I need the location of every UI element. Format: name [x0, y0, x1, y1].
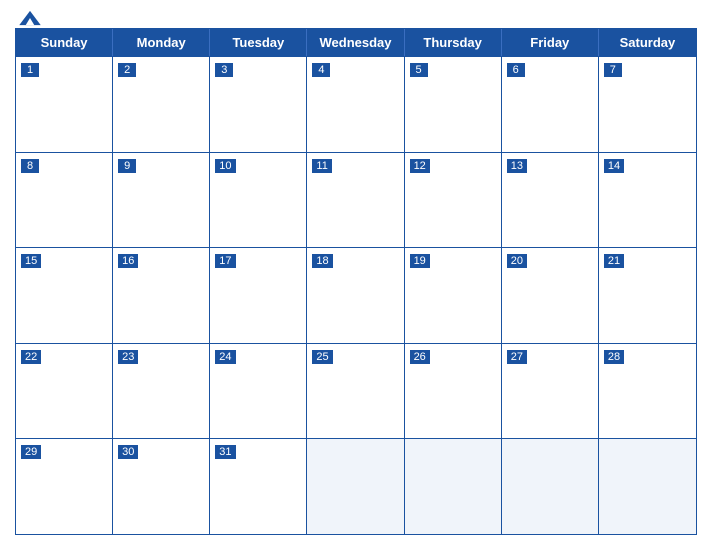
calendar-day: 5 — [405, 57, 502, 152]
calendar-body: 1234567891011121314151617181920212223242… — [16, 56, 696, 534]
day-number: 2 — [118, 63, 136, 77]
calendar-day: 29 — [16, 439, 113, 534]
day-number: 12 — [410, 159, 430, 173]
day-number: 18 — [312, 254, 332, 268]
calendar-week-4: 22 23 24 25 26 27 28 — [16, 343, 696, 439]
calendar-day: 19 — [405, 248, 502, 343]
calendar-day: 14 — [599, 153, 696, 248]
day-number: 31 — [215, 445, 235, 459]
calendar-day: 24 — [210, 344, 307, 439]
calendar-day: 10 — [210, 153, 307, 248]
calendar-day: 1 — [16, 57, 113, 152]
calendar-day: 27 — [502, 344, 599, 439]
calendar-day — [502, 439, 599, 534]
calendar-day: 30 — [113, 439, 210, 534]
day-number: 6 — [507, 63, 525, 77]
calendar: SundayMondayTuesdayWednesdayThursdayFrid… — [15, 28, 697, 535]
calendar-header-row: SundayMondayTuesdayWednesdayThursdayFrid… — [16, 29, 696, 56]
day-number: 20 — [507, 254, 527, 268]
calendar-header — [15, 10, 697, 24]
day-header-tuesday: Tuesday — [210, 29, 307, 56]
calendar-week-5: 29 30 31 — [16, 438, 696, 534]
calendar-day: 3 — [210, 57, 307, 152]
day-number: 24 — [215, 350, 235, 364]
day-number: 23 — [118, 350, 138, 364]
day-number: 8 — [21, 159, 39, 173]
day-number: 27 — [507, 350, 527, 364]
day-number: 28 — [604, 350, 624, 364]
calendar-week-3: 15 16 17 18 19 20 21 — [16, 247, 696, 343]
calendar-day: 16 — [113, 248, 210, 343]
day-number: 4 — [312, 63, 330, 77]
day-number: 29 — [21, 445, 41, 459]
calendar-week-2: 8 9 10 11 12 13 14 — [16, 152, 696, 248]
day-number: 17 — [215, 254, 235, 268]
calendar-day: 9 — [113, 153, 210, 248]
day-number: 7 — [604, 63, 622, 77]
calendar-day: 21 — [599, 248, 696, 343]
calendar-day: 28 — [599, 344, 696, 439]
day-number: 30 — [118, 445, 138, 459]
calendar-day — [405, 439, 502, 534]
day-header-wednesday: Wednesday — [307, 29, 404, 56]
day-number: 15 — [21, 254, 41, 268]
day-number: 1 — [21, 63, 39, 77]
calendar-day — [307, 439, 404, 534]
calendar-day: 22 — [16, 344, 113, 439]
calendar-day: 13 — [502, 153, 599, 248]
calendar-day: 11 — [307, 153, 404, 248]
day-header-friday: Friday — [502, 29, 599, 56]
calendar-day: 4 — [307, 57, 404, 152]
calendar-day: 25 — [307, 344, 404, 439]
day-header-saturday: Saturday — [599, 29, 696, 56]
calendar-day: 18 — [307, 248, 404, 343]
calendar-day: 23 — [113, 344, 210, 439]
calendar-day: 8 — [16, 153, 113, 248]
day-header-monday: Monday — [113, 29, 210, 56]
calendar-day: 7 — [599, 57, 696, 152]
calendar-day: 2 — [113, 57, 210, 152]
day-number: 22 — [21, 350, 41, 364]
day-number: 25 — [312, 350, 332, 364]
calendar-day — [599, 439, 696, 534]
calendar-day: 12 — [405, 153, 502, 248]
day-number: 26 — [410, 350, 430, 364]
calendar-day: 17 — [210, 248, 307, 343]
day-number: 19 — [410, 254, 430, 268]
calendar-week-1: 1 2 3 4 5 6 7 — [16, 56, 696, 152]
day-number: 10 — [215, 159, 235, 173]
day-number: 3 — [215, 63, 233, 77]
day-header-thursday: Thursday — [405, 29, 502, 56]
calendar-day: 20 — [502, 248, 599, 343]
day-number: 11 — [312, 159, 331, 173]
calendar-day: 6 — [502, 57, 599, 152]
calendar-day: 15 — [16, 248, 113, 343]
logo — [15, 8, 45, 29]
day-number: 9 — [118, 159, 136, 173]
day-number: 14 — [604, 159, 624, 173]
day-header-sunday: Sunday — [16, 29, 113, 56]
day-number: 5 — [410, 63, 428, 77]
calendar-day: 31 — [210, 439, 307, 534]
day-number: 21 — [604, 254, 624, 268]
calendar-day: 26 — [405, 344, 502, 439]
day-number: 16 — [118, 254, 138, 268]
day-number: 13 — [507, 159, 527, 173]
